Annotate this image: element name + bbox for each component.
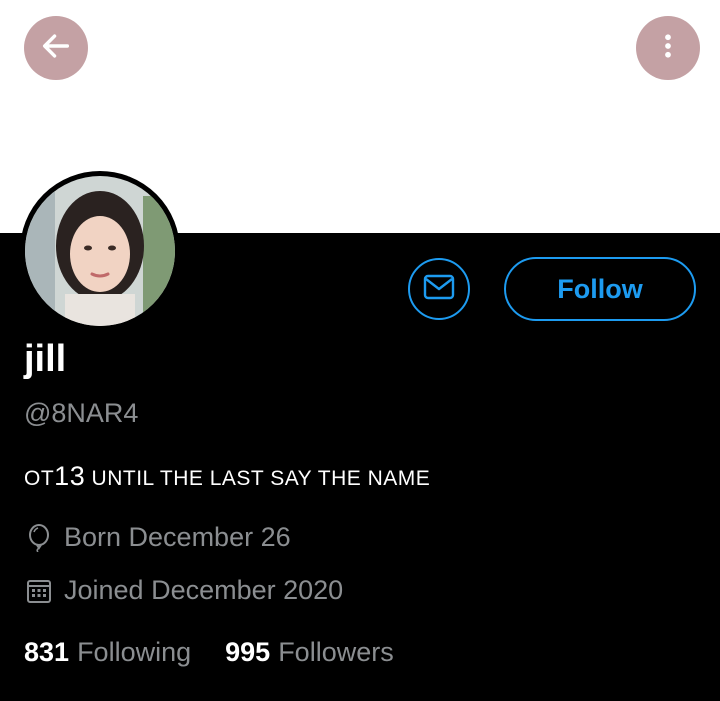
avatar[interactable] xyxy=(20,171,180,331)
balloon-icon xyxy=(24,523,54,553)
display-name: jill xyxy=(24,338,67,380)
followers-link[interactable]: 995 Followers xyxy=(225,637,394,668)
bio-prefix: OT xyxy=(24,467,55,490)
followers-count: 995 xyxy=(225,637,271,667)
bio-number: 13 xyxy=(54,461,86,491)
follow-stats: 831 Following 995 Followers xyxy=(24,637,428,668)
following-link[interactable]: 831 Following xyxy=(24,637,191,668)
avatar-photo xyxy=(25,176,175,326)
followers-label: Followers xyxy=(278,637,394,667)
birthday-text: Born December 26 xyxy=(64,522,291,552)
following-label: Following xyxy=(77,637,192,667)
follow-button[interactable]: Follow xyxy=(504,257,696,321)
back-button[interactable] xyxy=(24,16,88,80)
username: @8NAR4 xyxy=(24,398,139,428)
more-vertical-icon xyxy=(653,31,683,66)
joined-text: Joined December 2020 xyxy=(64,575,344,605)
joined-row: Joined December 2020 xyxy=(24,575,343,606)
envelope-icon xyxy=(423,274,455,305)
bio: OT13 UNTIL THE LAST SAY THE NAME xyxy=(24,461,430,492)
following-count: 831 xyxy=(24,637,70,667)
more-options-button[interactable] xyxy=(636,16,700,80)
message-button[interactable] xyxy=(408,258,470,320)
calendar-icon xyxy=(24,576,54,606)
bio-text: UNTIL THE LAST SAY THE NAME xyxy=(85,467,431,490)
birthday-row: Born December 26 xyxy=(24,522,291,553)
arrow-left-icon xyxy=(39,29,73,68)
